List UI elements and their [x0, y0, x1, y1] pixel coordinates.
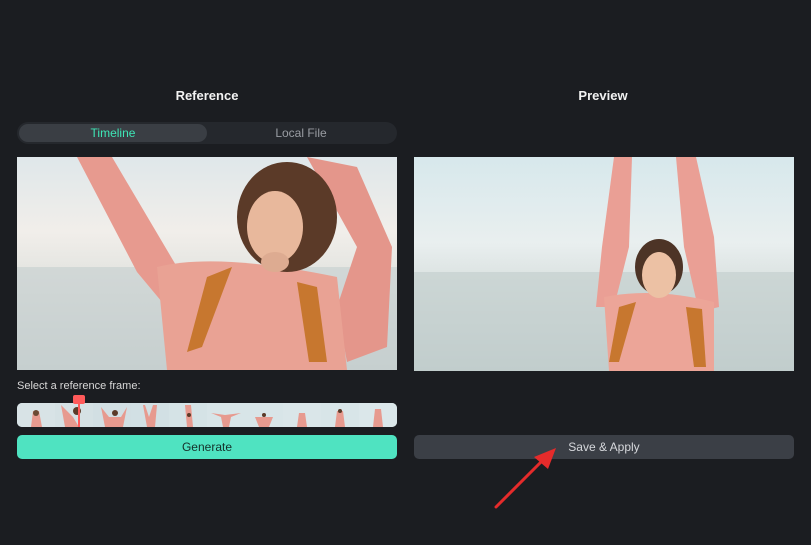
filmstrip-playhead[interactable]: [73, 395, 85, 427]
filmstrip-thumb[interactable]: [359, 403, 397, 427]
generate-button[interactable]: Generate: [17, 435, 397, 459]
filmstrip-thumb[interactable]: [131, 403, 169, 427]
filmstrip-thumb[interactable]: [169, 403, 207, 427]
reference-frame-label: Select a reference frame:: [17, 380, 141, 392]
reference-title: Reference: [175, 88, 239, 103]
reference-frame-image: [17, 157, 397, 370]
filmstrip-thumb[interactable]: [321, 403, 359, 427]
filmstrip-thumb[interactable]: [245, 403, 283, 427]
filmstrip-thumb[interactable]: [207, 403, 245, 427]
preview-title: Preview: [578, 88, 628, 103]
filmstrip-thumb[interactable]: [283, 403, 321, 427]
tab-local-file[interactable]: Local File: [207, 124, 395, 142]
source-tab-switch: Timeline Local File: [17, 122, 397, 144]
save-apply-button[interactable]: Save & Apply: [414, 435, 794, 459]
filmstrip-thumb[interactable]: [93, 403, 131, 427]
tab-timeline[interactable]: Timeline: [19, 124, 207, 142]
preview-image: [414, 157, 794, 371]
annotation-arrow-icon: [490, 445, 560, 515]
filmstrip-thumb[interactable]: [17, 403, 55, 427]
